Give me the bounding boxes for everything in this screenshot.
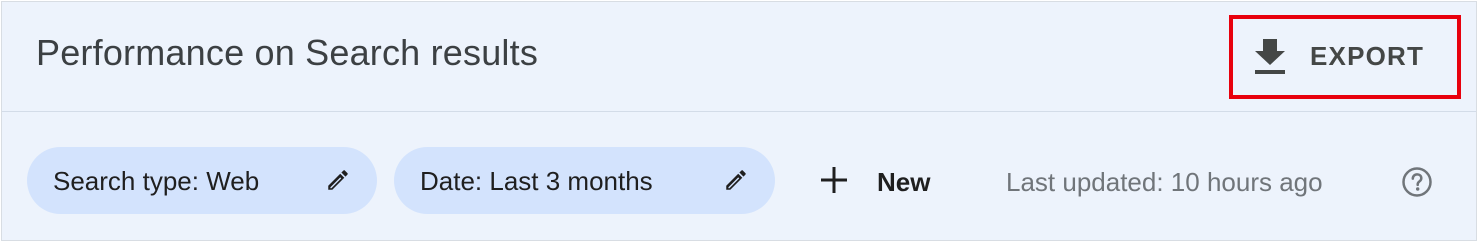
new-filter-button[interactable]: New bbox=[810, 154, 950, 208]
date-filter-chip[interactable]: Date: Last 3 months bbox=[394, 147, 775, 214]
pencil-icon[interactable] bbox=[325, 167, 351, 193]
chip-label: Search type: Web bbox=[53, 166, 260, 196]
download-icon bbox=[1255, 39, 1285, 74]
last-updated-text: Last updated: 10 hours ago bbox=[1006, 167, 1323, 197]
chip-label: Date: Last 3 months bbox=[420, 166, 653, 196]
card-header: Performance on Search results EXPORT bbox=[2, 2, 1476, 112]
help-circle-icon[interactable] bbox=[1401, 166, 1433, 198]
page-title: Performance on Search results bbox=[36, 32, 539, 73]
pencil-icon[interactable] bbox=[723, 167, 749, 193]
export-button[interactable]: EXPORT bbox=[1229, 15, 1461, 99]
filter-bar: Search type: Web Date: Last 3 months New… bbox=[2, 112, 1476, 240]
plus-icon bbox=[821, 167, 847, 193]
export-label: EXPORT bbox=[1310, 41, 1425, 71]
performance-card: Performance on Search results EXPORT Sea… bbox=[1, 1, 1477, 241]
new-label: New bbox=[877, 167, 931, 197]
search-type-filter-chip[interactable]: Search type: Web bbox=[27, 147, 377, 214]
